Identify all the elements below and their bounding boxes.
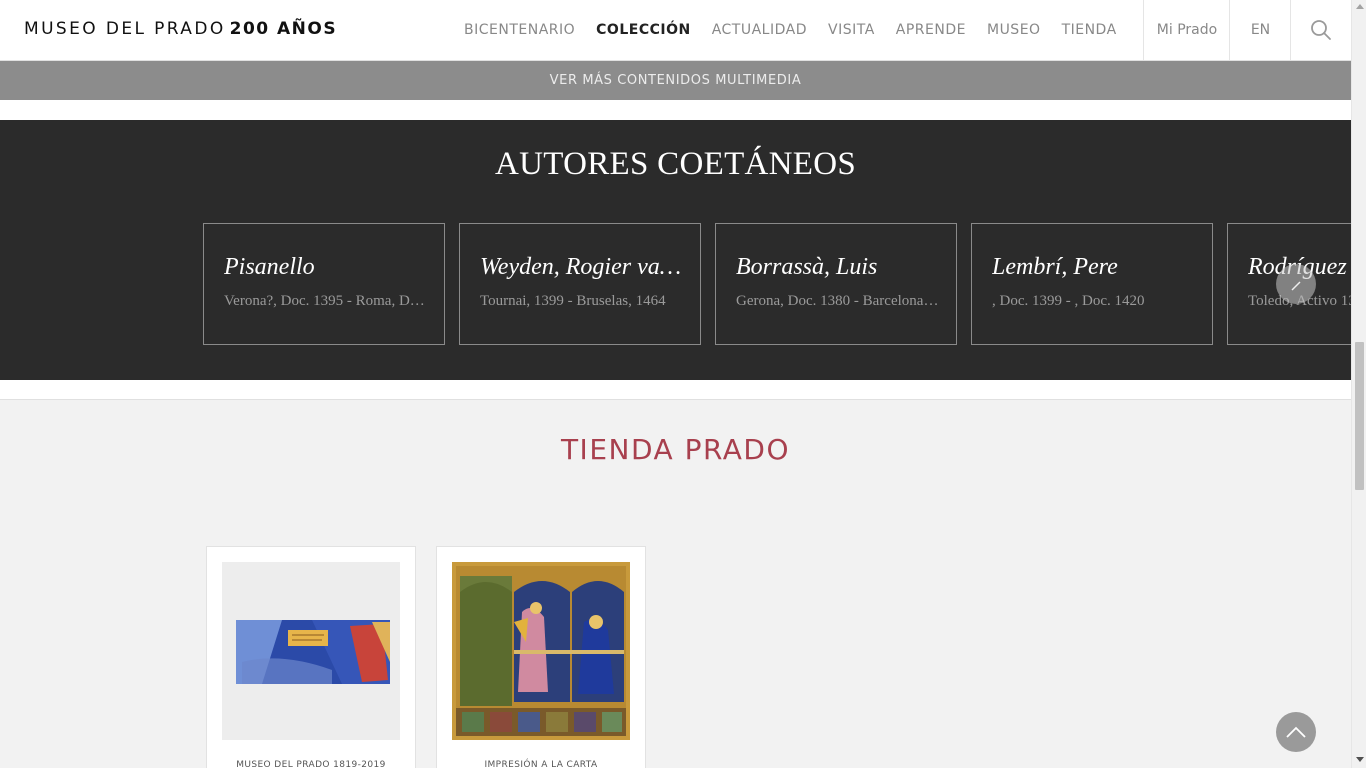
product-category: IMPRESIÓN A LA CARTA bbox=[484, 760, 598, 768]
section-spacer bbox=[0, 380, 1351, 400]
autores-title: AUTORES COETÁNEOS bbox=[494, 146, 857, 182]
nav-item-museo[interactable]: MUSEO bbox=[987, 22, 1041, 38]
scrollbar-thumb[interactable] bbox=[1355, 342, 1364, 490]
site-logo[interactable]: MUSEO DEL PRADO 200 AÑOS bbox=[24, 19, 337, 39]
site-header: MUSEO DEL PRADO 200 AÑOS BICENTENARIO COL… bbox=[0, 0, 1351, 61]
nav-item-actualidad[interactable]: ACTUALIDAD bbox=[712, 22, 807, 38]
nav-item-aprende[interactable]: APRENDE bbox=[896, 22, 966, 38]
section-spacer bbox=[0, 100, 1351, 120]
carousel-next-button[interactable] bbox=[1276, 264, 1316, 304]
author-dates: Verona?, Doc. 1395 - Roma, Doc. 1455 bbox=[224, 293, 429, 309]
tienda-title: TIENDA PRADO bbox=[560, 433, 791, 466]
language-switch[interactable]: EN bbox=[1229, 0, 1291, 60]
chevron-up-icon bbox=[1286, 726, 1306, 738]
author-name: Pisanello bbox=[224, 254, 315, 280]
main-nav: BICENTENARIO COLECCIÓN ACTUALIDAD VISITA… bbox=[464, 0, 1138, 60]
author-name: Borrassà, Luis bbox=[736, 254, 878, 280]
product-image[interactable] bbox=[222, 562, 400, 740]
search-button[interactable] bbox=[1290, 0, 1351, 60]
chevron-right-icon bbox=[1291, 281, 1301, 291]
author-dates: Tournai, 1399 - Bruselas, 1464 bbox=[480, 293, 666, 309]
scroll-up-arrow-icon[interactable] bbox=[1356, 4, 1364, 9]
author-card[interactable]: Pisanello Verona?, Doc. 1395 - Roma, Doc… bbox=[203, 223, 445, 345]
product-image[interactable] bbox=[452, 562, 630, 740]
nav-item-tienda[interactable]: TIENDA bbox=[1062, 22, 1117, 38]
search-icon bbox=[1311, 20, 1331, 40]
product-card[interactable]: MUSEO DEL PRADO 1819-2019 bbox=[206, 546, 416, 768]
author-card[interactable]: Weyden, Rogier van der Tournai, 1399 - B… bbox=[459, 223, 701, 345]
author-name: Weyden, Rogier van der bbox=[480, 254, 685, 280]
multimedia-link[interactable]: VER MÁS CONTENIDOS MULTIMEDIA bbox=[0, 61, 1351, 100]
autores-section: AUTORES COETÁNEOS Pisanello Verona?, Doc… bbox=[0, 120, 1351, 380]
logo-bold-text: 200 AÑOS bbox=[229, 19, 338, 39]
product-category: MUSEO DEL PRADO 1819-2019 bbox=[236, 760, 386, 768]
nav-item-visita[interactable]: VISITA bbox=[828, 22, 875, 38]
author-dates: , Doc. 1399 - , Doc. 1420 bbox=[992, 293, 1145, 309]
nav-item-coleccion[interactable]: COLECCIÓN bbox=[596, 22, 691, 38]
scroll-down-arrow-icon[interactable] bbox=[1356, 757, 1364, 762]
logo-main-text: MUSEO DEL PRADO bbox=[24, 19, 226, 39]
back-to-top-button[interactable] bbox=[1276, 712, 1316, 752]
nav-item-bicentenario[interactable]: BICENTENARIO bbox=[464, 22, 575, 38]
mi-prado-link[interactable]: Mi Prado bbox=[1143, 0, 1230, 60]
author-name: Lembrí, Pere bbox=[992, 254, 1118, 280]
author-card[interactable]: Lembrí, Pere , Doc. 1399 - , Doc. 1420 bbox=[971, 223, 1213, 345]
page-scrollbar[interactable] bbox=[1351, 0, 1366, 768]
author-card[interactable]: Borrassà, Luis Gerona, Doc. 1380 - Barce… bbox=[715, 223, 957, 345]
author-dates: Gerona, Doc. 1380 - Barcelona, 1424 bbox=[736, 293, 941, 309]
product-card[interactable]: IMPRESIÓN A LA CARTA bbox=[436, 546, 646, 768]
